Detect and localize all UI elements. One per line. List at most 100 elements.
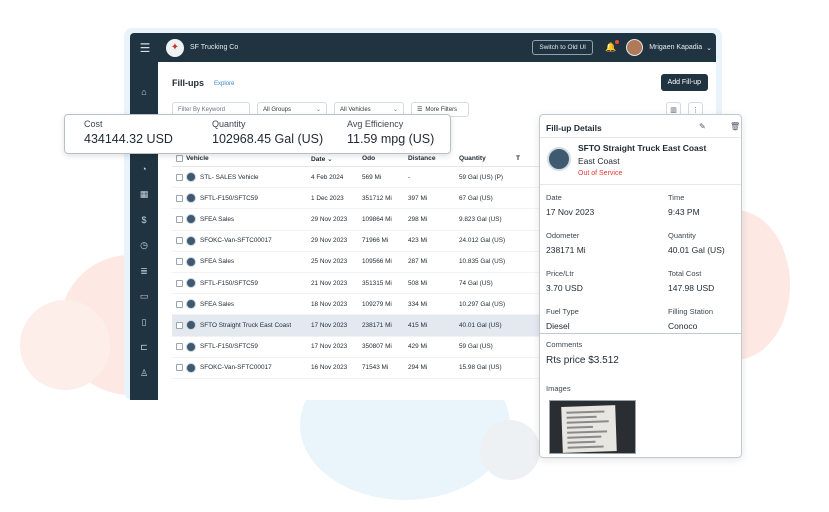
vehicle-icon [186, 341, 196, 352]
stat-quantity-value: 102968.45 Gal (US) [212, 132, 324, 146]
vehicle-icon [186, 278, 196, 289]
cell-odo: 109566 Mi [362, 258, 392, 266]
vehicle-name-link[interactable]: SFTO Straight Truck East Coast [578, 143, 706, 153]
cell-vehicle-text: SFEA Sales [200, 300, 235, 308]
images-label: Images [546, 384, 571, 393]
row-checkbox[interactable] [172, 364, 186, 372]
stat-efficiency: Avg Efficiency 11.59 mpg (US) [347, 119, 434, 153]
field-fuel-type-label: Fuel Type [546, 307, 579, 316]
comments-label: Comments [546, 340, 583, 349]
row-checkbox[interactable] [172, 279, 186, 287]
row-checkbox[interactable] [172, 343, 186, 351]
hamburger-icon[interactable]: ☰ [130, 41, 160, 55]
cell-distance: - [408, 173, 411, 181]
user-name[interactable]: Mrigaen Kapadia [649, 44, 702, 51]
cell-distance: 415 Mi [408, 321, 428, 329]
cell-vehicle-text: SFTL-F150/SFTC59 [200, 279, 258, 287]
vehicle-icon [186, 235, 196, 246]
add-fill-up-button[interactable]: Add Fill-up [660, 74, 708, 91]
row-checkbox[interactable] [172, 215, 186, 223]
database-icon[interactable]: ≣ [140, 259, 148, 285]
row-checkbox[interactable] [172, 173, 186, 181]
chevron-down-icon[interactable]: ⌄ [706, 44, 712, 52]
document-icon[interactable]: ▯ [142, 310, 147, 336]
field-fuel-type-value: Diesel [546, 321, 570, 331]
cell-distance: 298 Mi [408, 215, 428, 223]
header-vehicle[interactable]: Vehicle [186, 155, 311, 162]
field-price: Price/Ltr 3.70 USD [546, 269, 583, 293]
person-icon[interactable]: ♙ [140, 361, 148, 387]
header-distance[interactable]: Distance [408, 155, 459, 162]
cell-vehicle[interactable]: SFEA Sales [186, 256, 311, 267]
field-total-cost: Total Cost 147.98 USD [668, 269, 714, 293]
header-quantity[interactable]: Quantity [459, 155, 516, 162]
sidebar: ⌂ ⛟ ▤ ◔ ▦ $ ◷ ≣ ▭ ▯ ⊏ ♙ [130, 62, 158, 400]
comments-text: Rts price $3.512 [546, 355, 619, 366]
comments-section: Comments Rts price $3.512 Images [540, 333, 741, 457]
cell-vehicle[interactable]: SFTO Straight Truck East Coast [186, 320, 311, 331]
switch-ui-button[interactable]: Switch to Old UI [532, 40, 593, 55]
divider [540, 184, 741, 185]
header-date[interactable]: Date ⌄ [311, 155, 362, 163]
edit-icon[interactable]: ✎ [699, 122, 706, 131]
cell-odo: 351712 Mi [362, 194, 392, 202]
home-icon[interactable]: ⌂ [141, 80, 146, 106]
cell-quantity: 59 Gal (US) [459, 343, 493, 351]
cell-date: 21 Nov 2023 [311, 279, 348, 287]
header-extra[interactable]: T [516, 155, 526, 162]
more-filters-label: More Filters [425, 106, 458, 113]
stat-quantity-label: Quantity [212, 119, 246, 129]
cell-odo: 71543 Mi [362, 364, 389, 372]
receipt-image-thumbnail[interactable] [549, 400, 636, 454]
cell-date: 1 Dec 2023 [311, 194, 344, 202]
van-icon[interactable]: ⊏ [140, 335, 148, 361]
cell-odo: 238171 Mi [362, 321, 392, 329]
row-checkbox[interactable] [172, 194, 186, 202]
vehicles-filter-label: All Vehicles [340, 106, 371, 113]
row-checkbox[interactable] [172, 258, 186, 266]
sort-down-icon: ⌄ [327, 155, 333, 163]
field-filling-station: Filling Station Conoco [668, 307, 713, 331]
company-logo: ✦ [166, 38, 184, 57]
dollar-icon[interactable]: $ [141, 208, 146, 234]
vehicle-icon [186, 256, 196, 267]
field-odometer: Odometer 238171 Mi [546, 231, 586, 255]
cell-vehicle[interactable]: SFEA Sales [186, 214, 311, 225]
calendar-icon[interactable]: ▦ [140, 182, 149, 208]
cell-vehicle-text: SFTO Straight Truck East Coast [200, 321, 292, 329]
tag-icon[interactable]: ▭ [140, 284, 149, 310]
cell-vehicle-text: SFTL-F150/SFTC59 [200, 343, 258, 351]
row-checkbox[interactable] [172, 237, 186, 245]
field-fuel-type: Fuel Type Diesel [546, 307, 579, 331]
cell-vehicle[interactable]: STL- SALES Vehicle [186, 172, 311, 183]
clock-icon[interactable]: ◷ [140, 233, 148, 259]
field-price-label: Price/Ltr [546, 269, 574, 278]
field-time: Time 9:43 PM [668, 193, 700, 217]
explore-link[interactable]: Explore [214, 81, 234, 87]
vehicle-icon [186, 299, 196, 310]
field-quantity: Quantity 40.01 Gal (US) [668, 231, 725, 255]
gauge-icon[interactable]: ◔ [141, 157, 146, 183]
cell-quantity: 74 Gal (US) [459, 279, 493, 287]
header-odo[interactable]: Odo [362, 155, 408, 162]
field-quantity-value: 40.01 Gal (US) [668, 245, 725, 255]
avatar[interactable] [626, 39, 644, 56]
cell-vehicle-text: STL- SALES Vehicle [200, 173, 259, 181]
row-checkbox[interactable] [172, 300, 186, 308]
cell-distance: 294 Mi [408, 364, 428, 372]
cell-vehicle[interactable]: SFOKC-Van-SFTC00017 [186, 362, 311, 373]
cell-vehicle[interactable]: SFEA Sales [186, 299, 311, 310]
select-all-checkbox[interactable] [172, 155, 186, 162]
trash-icon[interactable]: 🗑 [730, 122, 740, 131]
vehicle-photo [547, 147, 571, 171]
notification-bell-icon[interactable]: 🔔 [605, 40, 620, 53]
cell-vehicle[interactable]: SFTL-F150/SFTC59 [186, 193, 311, 204]
cell-date: 29 Nov 2023 [311, 237, 348, 245]
cell-date: 17 Nov 2023 [311, 343, 348, 351]
stat-efficiency-value: 11.59 mpg (US) [347, 132, 435, 146]
cell-vehicle[interactable]: SFTL-F150/SFTC59 [186, 341, 311, 352]
row-checkbox[interactable] [172, 321, 186, 329]
field-date: Date 17 Nov 2023 [546, 193, 594, 217]
cell-vehicle[interactable]: SFTL-F150/SFTC59 [186, 278, 311, 289]
cell-vehicle[interactable]: SFOKC-Van-SFTC00017 [186, 235, 311, 246]
